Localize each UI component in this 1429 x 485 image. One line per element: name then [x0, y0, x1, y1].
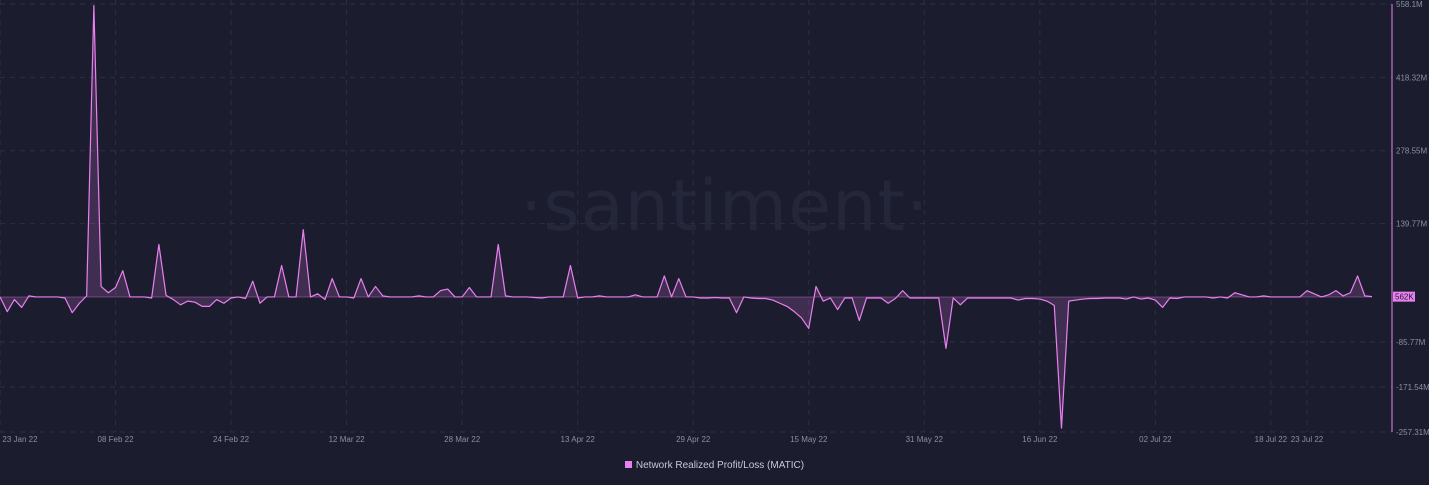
- x-tick-label: 31 May 22: [906, 435, 944, 444]
- x-tick-label: 02 Jul 22: [1139, 435, 1172, 444]
- y-tick-label: 418.32M: [1396, 73, 1427, 82]
- x-tick-label: 08 Feb 22: [98, 435, 135, 444]
- last-value-label: 562K: [1395, 293, 1414, 302]
- x-tick-label: 13 Apr 22: [561, 435, 596, 444]
- legend-label: Network Realized Profit/Loss (MATIC): [635, 460, 805, 471]
- y-axis-ticks: 558.1M 418.32M 278.55M 139.77M -85.77M -171.5…: [1396, 0, 1429, 437]
- y-tick-label: 278.55M: [1396, 147, 1427, 156]
- y-tick-label: -257.31M: [1396, 428, 1429, 437]
- series-line: [0, 5, 1373, 429]
- x-tick-label: 29 Apr 22: [676, 435, 711, 444]
- x-tick-label: 15 May 22: [790, 435, 828, 444]
- legend[interactable]: Network Realized Profit/Loss (MATIC): [0, 460, 1429, 471]
- x-axis-ticks: 23 Jan 22 08 Feb 22 24 Feb 22 12 Mar 22 28 M…: [2, 435, 1323, 444]
- plot-area: [0, 5, 1373, 429]
- y-tick-label: 558.1M: [1396, 0, 1423, 9]
- y-tick-label: 139.77M: [1396, 220, 1427, 229]
- series-area: [0, 5, 1372, 429]
- x-tick-label: 12 Mar 22: [329, 435, 366, 444]
- x-tick-label: 16 Jun 22: [1022, 435, 1058, 444]
- grid-lines: [0, 0, 1392, 433]
- y-tick-label: -171.54M: [1396, 383, 1429, 392]
- x-tick-label: 23 Jul 22: [1291, 435, 1324, 444]
- last-value-marker: 562K: [1393, 291, 1415, 302]
- y-tick-label: -85.77M: [1396, 338, 1426, 347]
- area-chart[interactable]: 558.1M 418.32M 278.55M 139.77M -85.77M -171.5…: [0, 0, 1429, 485]
- x-tick-label: 23 Jan 22: [2, 435, 38, 444]
- legend-swatch: [624, 461, 632, 468]
- x-tick-label: 24 Feb 22: [213, 435, 250, 444]
- x-tick-label: 18 Jul 22: [1255, 435, 1288, 444]
- x-tick-label: 28 Mar 22: [444, 435, 481, 444]
